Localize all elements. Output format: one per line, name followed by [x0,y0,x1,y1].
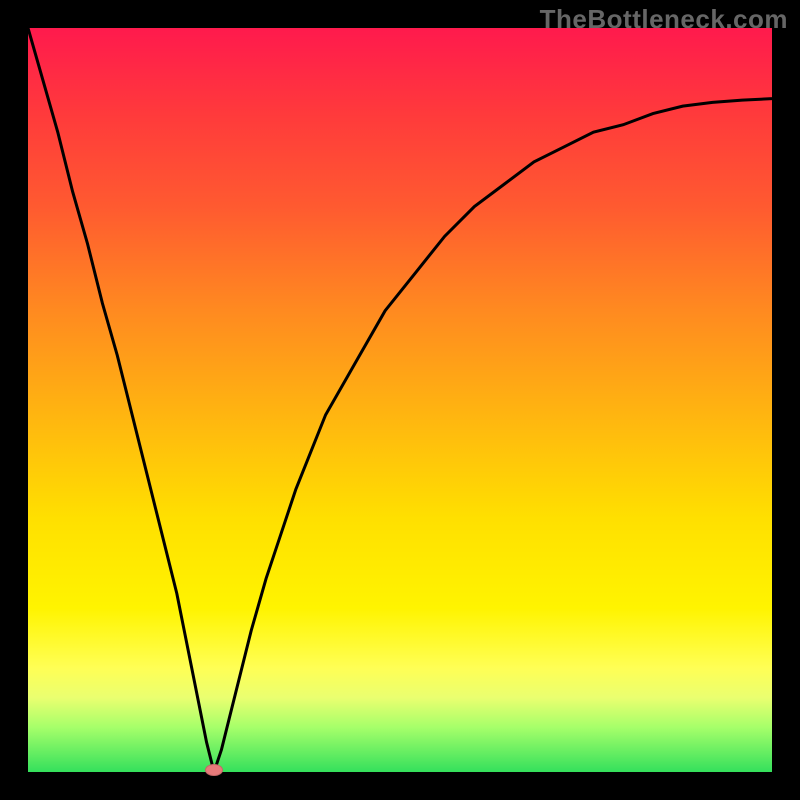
curve-path [28,28,772,772]
chart-frame: TheBottleneck.com [0,0,800,800]
optimal-point-marker [205,764,223,776]
bottleneck-curve [28,28,772,772]
plot-area [28,28,772,772]
